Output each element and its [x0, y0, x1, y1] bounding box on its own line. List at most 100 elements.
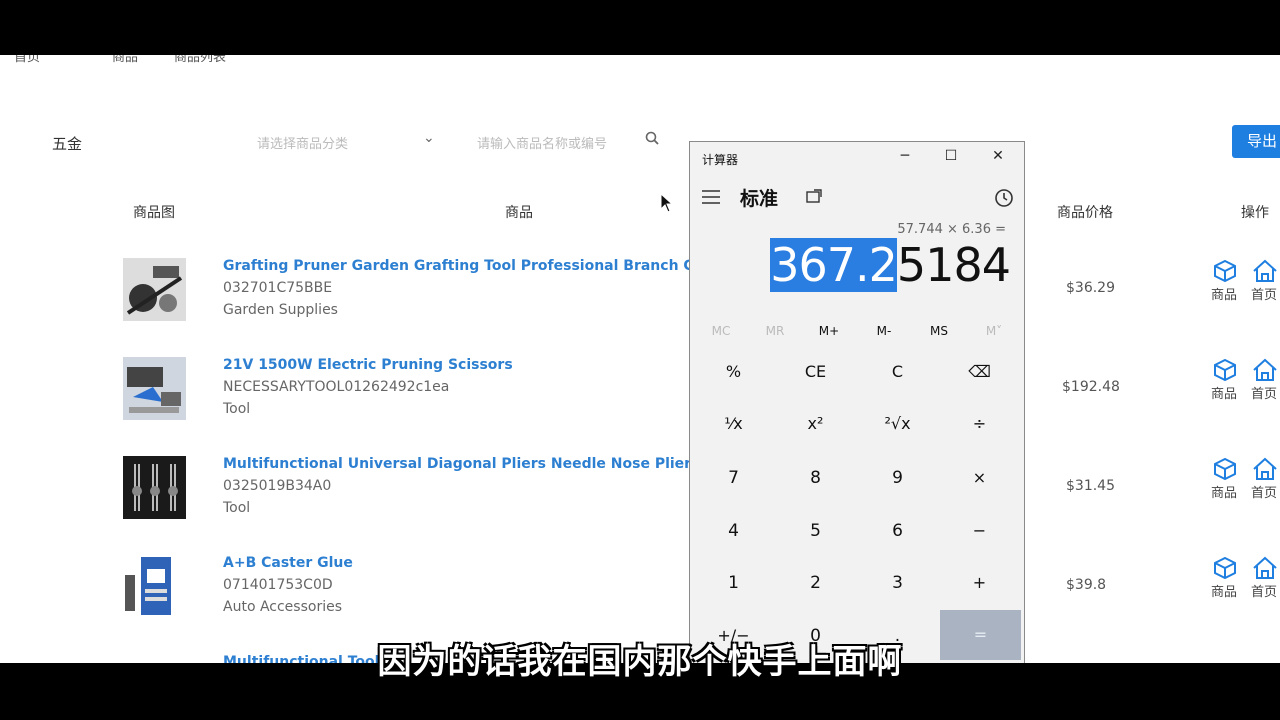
- product-price: $36.29: [1066, 280, 1115, 296]
- table-row: 21V 1500W Electric Pruning Scissors NECE…: [0, 357, 1280, 457]
- action-product-label: 商品: [1211, 288, 1238, 303]
- digit-7-button[interactable]: 7: [693, 453, 774, 503]
- digit-4-button[interactable]: 4: [693, 506, 774, 556]
- search-input[interactable]: 请输入商品名称或编号: [477, 131, 667, 152]
- action-product[interactable]: 商品: [1211, 556, 1251, 600]
- calculator-display[interactable]: 367.25184: [770, 238, 1011, 292]
- home-icon: [1253, 358, 1277, 381]
- action-home-label: 首页: [1251, 585, 1278, 600]
- table-row: Multifunctional Universal Diagonal Plier…: [0, 456, 1280, 556]
- cube-icon: [1214, 457, 1236, 481]
- memory-row: MC MR M+ M- MS M˅: [690, 324, 1026, 340]
- digit-6-button[interactable]: 6: [857, 506, 938, 556]
- cube-icon: [1214, 556, 1236, 580]
- product-price: $31.45: [1066, 478, 1115, 494]
- calculator-expression: 57.744 × 6.36 =: [897, 222, 1006, 237]
- action-home[interactable]: 首页: [1251, 556, 1280, 600]
- video-subtitle: 因为的话我在国内那个快手上面啊: [377, 642, 903, 682]
- product-thumbnail[interactable]: [123, 456, 186, 519]
- clear-button[interactable]: C: [857, 347, 938, 397]
- cube-icon: [1214, 358, 1236, 382]
- square-button[interactable]: x²: [775, 399, 856, 449]
- history-icon[interactable]: [994, 188, 1014, 208]
- digit-3-button[interactable]: 3: [857, 558, 938, 608]
- divide-button[interactable]: ÷: [939, 399, 1020, 449]
- digit-2-button[interactable]: 2: [775, 558, 856, 608]
- calculator-window[interactable]: 计算器 ─ ☐ ✕ 标准 57.744 × 6.36 = 367.25184 M…: [689, 141, 1025, 663]
- maximize-button[interactable]: ☐: [936, 148, 966, 168]
- multiply-button[interactable]: ×: [939, 453, 1020, 503]
- action-home-label: 首页: [1251, 486, 1278, 501]
- memory-list-button[interactable]: M˅: [966, 324, 1022, 338]
- export-button[interactable]: 导出: [1232, 125, 1280, 158]
- close-button[interactable]: ✕: [983, 148, 1013, 168]
- header-actions: 操作: [1241, 205, 1269, 221]
- calculator-title: 计算器: [702, 153, 739, 167]
- product-sku: 071401753C0D: [223, 577, 333, 593]
- action-product-label: 商品: [1211, 486, 1238, 501]
- display-selected-text: 367.2: [770, 238, 898, 292]
- display-text: 5184: [896, 238, 1011, 292]
- memory-recall-button[interactable]: MR: [747, 324, 803, 338]
- product-thumbnail[interactable]: [123, 258, 186, 321]
- search-icon[interactable]: [645, 131, 659, 145]
- nav-products[interactable]: 商品: [112, 55, 138, 65]
- digit-8-button[interactable]: 8: [775, 453, 856, 503]
- product-price: $39.8: [1066, 577, 1107, 593]
- product-category: Garden Supplies: [223, 302, 338, 318]
- product-thumbnail[interactable]: [123, 357, 186, 420]
- header-image: 商品图: [133, 205, 175, 221]
- home-icon: [1253, 556, 1277, 579]
- product-price: $192.48: [1062, 379, 1120, 395]
- product-name-link[interactable]: Multifunctional Universal Diagonal Plier…: [223, 456, 693, 472]
- category-select-placeholder: 请选择商品分类: [257, 137, 349, 152]
- product-category: Tool: [223, 500, 251, 516]
- digit-9-button[interactable]: 9: [857, 453, 938, 503]
- nav-product-list[interactable]: 商品列表: [174, 55, 226, 65]
- action-home-label: 首页: [1251, 288, 1278, 303]
- minimize-button[interactable]: ─: [890, 148, 920, 168]
- home-icon: [1253, 457, 1277, 480]
- chevron-down-icon: ⌄: [423, 130, 435, 146]
- product-name-link[interactable]: A+B Caster Glue: [223, 555, 693, 571]
- product-thumbnail[interactable]: [123, 555, 186, 618]
- percent-button[interactable]: %: [693, 347, 774, 397]
- product-name-link[interactable]: Grafting Pruner Garden Grafting Tool Pro…: [223, 258, 693, 274]
- header-product: 商品: [505, 205, 533, 221]
- subtract-button[interactable]: −: [939, 506, 1020, 556]
- memory-clear-button[interactable]: MC: [693, 324, 749, 338]
- web-page: 首页 商品 商品列表 五金 请选择商品分类 ⌄ 请输入商品名称或编号 导出 商品…: [0, 55, 1280, 663]
- product-category: Auto Accessories: [223, 599, 342, 615]
- action-product[interactable]: 商品: [1211, 457, 1251, 501]
- mouse-cursor-icon: [660, 193, 674, 213]
- calculator-mode-title: 标准: [740, 188, 779, 210]
- memory-subtract-button[interactable]: M-: [856, 324, 912, 338]
- keep-on-top-icon[interactable]: [806, 189, 822, 205]
- action-product-label: 商品: [1211, 585, 1238, 600]
- memory-add-button[interactable]: M+: [801, 324, 857, 338]
- action-home[interactable]: 首页: [1251, 259, 1280, 303]
- digit-1-button[interactable]: 1: [693, 558, 774, 608]
- action-home[interactable]: 首页: [1251, 457, 1280, 501]
- action-home[interactable]: 首页: [1251, 358, 1280, 402]
- home-icon: [1253, 259, 1277, 282]
- clear-entry-button[interactable]: CE: [775, 347, 856, 397]
- table-row: Grafting Pruner Garden Grafting Tool Pro…: [0, 258, 1280, 358]
- add-button[interactable]: +: [939, 558, 1020, 608]
- memory-store-button[interactable]: MS: [911, 324, 967, 338]
- product-name-link[interactable]: 21V 1500W Electric Pruning Scissors: [223, 357, 693, 373]
- header-price: 商品价格: [1057, 205, 1113, 221]
- reciprocal-button[interactable]: ⅟x: [693, 399, 774, 449]
- product-sku: NECESSARYTOOL01262492c1ea: [223, 379, 450, 395]
- category-select[interactable]: 请选择商品分类 ⌄: [257, 130, 437, 152]
- cube-icon: [1214, 259, 1236, 283]
- action-product[interactable]: 商品: [1211, 259, 1251, 303]
- action-product[interactable]: 商品: [1211, 358, 1251, 402]
- category-filter-label[interactable]: 五金: [52, 133, 82, 154]
- digit-5-button[interactable]: 5: [775, 506, 856, 556]
- backspace-button[interactable]: ⌫: [939, 347, 1020, 397]
- top-nav: 首页 商品 商品列表: [0, 55, 700, 65]
- hamburger-menu-icon[interactable]: [702, 190, 720, 204]
- square-root-button[interactable]: ²√x: [857, 399, 938, 449]
- nav-home[interactable]: 首页: [14, 55, 40, 65]
